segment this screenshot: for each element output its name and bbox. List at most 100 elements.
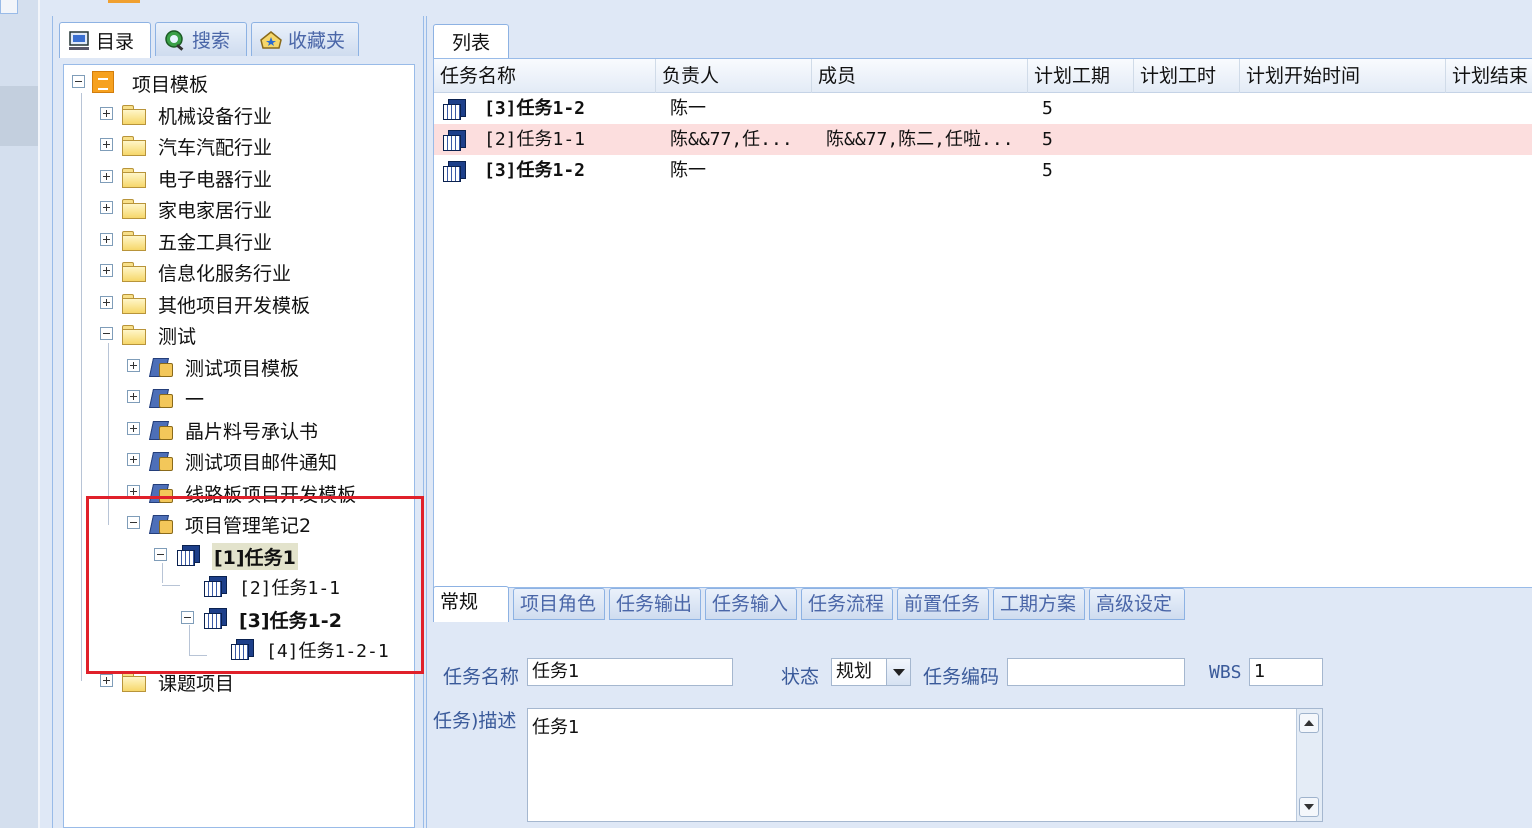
task-icon bbox=[176, 544, 200, 566]
expand-icon[interactable] bbox=[100, 296, 113, 309]
collapse-icon[interactable] bbox=[181, 611, 194, 624]
scroll-down-icon[interactable] bbox=[1299, 797, 1319, 817]
task-code-input[interactable] bbox=[1007, 658, 1185, 686]
tab-duration-plan[interactable]: 工期方案 bbox=[993, 588, 1085, 620]
project-icon bbox=[149, 512, 173, 534]
tree-node-folder-expanded[interactable]: 测试 bbox=[100, 319, 400, 349]
expand-icon[interactable] bbox=[100, 138, 113, 151]
tree-node-label: 测试 bbox=[158, 326, 197, 348]
tree-node-folder[interactable]: 其他项目开发模板 bbox=[100, 288, 400, 318]
task-name-input[interactable]: 任务1 bbox=[527, 658, 733, 686]
tree-node-folder[interactable]: 课题项目 bbox=[100, 666, 400, 696]
tree-node-task[interactable]: [4]任务1-2-1 bbox=[208, 634, 414, 664]
content-panel: 列表 任务名称 负责人 成员 计划工期 计划工时 计划开始时间 计划结束 [3]… bbox=[426, 16, 1532, 828]
tab-favorites[interactable]: 收藏夹 bbox=[251, 22, 359, 56]
chevron-down-icon[interactable] bbox=[886, 659, 910, 685]
column-header[interactable]: 计划工期 bbox=[1028, 59, 1134, 93]
tree-node-label: 电子电器行业 bbox=[158, 169, 273, 191]
tree-node-root[interactable]: 项目模板 bbox=[72, 67, 372, 97]
status-value: 规划 bbox=[836, 661, 872, 682]
cell-members bbox=[820, 93, 826, 124]
tab-task-input[interactable]: 任务输入 bbox=[705, 588, 797, 620]
favorites-icon bbox=[260, 29, 282, 51]
tree-node-task-selected[interactable]: [1]任务1 bbox=[154, 540, 404, 570]
expand-icon[interactable] bbox=[100, 201, 113, 214]
folder-icon bbox=[122, 262, 146, 282]
column-header[interactable]: 计划开始时间 bbox=[1240, 59, 1446, 93]
expand-icon[interactable] bbox=[127, 359, 140, 372]
navigation-panel: 目录 搜索 收藏夹 项目模板 机械设备行业 汽车汽配行业 电子电器行业 家电家居… bbox=[52, 16, 424, 828]
collapse-icon[interactable] bbox=[72, 75, 85, 88]
cell-task-name: [2]任务1-1 bbox=[484, 129, 586, 150]
tree-node-folder[interactable]: 汽车汽配行业 bbox=[100, 130, 400, 160]
tree-node-label: 课题项目 bbox=[158, 673, 235, 695]
tree-node-label: 一 bbox=[185, 389, 205, 411]
task-code-label: 任务编码 bbox=[923, 666, 1000, 688]
expand-icon[interactable] bbox=[127, 485, 140, 498]
tree-node-project[interactable]: 一 bbox=[127, 382, 407, 412]
column-header[interactable]: 计划结束 bbox=[1446, 59, 1532, 93]
tab-task-output[interactable]: 任务输出 bbox=[609, 588, 701, 620]
textarea-scrollbar[interactable] bbox=[1296, 709, 1322, 821]
folder-icon bbox=[122, 672, 146, 692]
cell-owner: 陈&&77,任... bbox=[670, 129, 793, 150]
tree-node-project[interactable]: 测试项目模板 bbox=[127, 351, 407, 381]
tree-node-project[interactable]: 晶片料号承认书 bbox=[127, 414, 407, 444]
table-row[interactable]: [3]任务1-2 陈一 5 bbox=[434, 155, 1532, 186]
tree-node-task[interactable]: [2]任务1-1 bbox=[181, 571, 411, 601]
column-header[interactable]: 任务名称 bbox=[434, 59, 656, 93]
table-row-selected[interactable]: [2]任务1-1 陈&&77,任... 陈&&77,陈二,任啦... 5 bbox=[434, 124, 1532, 155]
scroll-up-icon[interactable] bbox=[1299, 713, 1319, 733]
tab-project-roles[interactable]: 项目角色 bbox=[513, 588, 605, 620]
status-select[interactable]: 规划 bbox=[831, 658, 911, 686]
expand-icon[interactable] bbox=[127, 390, 140, 403]
tab-task-flow[interactable]: 任务流程 bbox=[801, 588, 893, 620]
expand-icon[interactable] bbox=[100, 233, 113, 246]
table-row[interactable]: [3]任务1-2 陈一 5 bbox=[434, 93, 1532, 124]
tree-node-folder[interactable]: 机械设备行业 bbox=[100, 99, 400, 129]
tab-general[interactable]: 常规 bbox=[433, 586, 509, 622]
collapse-icon[interactable] bbox=[127, 516, 140, 529]
folder-icon bbox=[122, 168, 146, 188]
tree-node-label: 测试项目模板 bbox=[185, 358, 300, 380]
column-header[interactable]: 负责人 bbox=[656, 59, 812, 93]
tree-node-folder[interactable]: 家电家居行业 bbox=[100, 193, 400, 223]
task-icon bbox=[442, 160, 466, 182]
tree-node-project-expanded[interactable]: 项目管理笔记2 bbox=[127, 508, 407, 538]
wbs-input[interactable]: 1 bbox=[1249, 658, 1323, 686]
column-header[interactable]: 计划工时 bbox=[1134, 59, 1240, 93]
task-detail-form: 任务名称 任务1 状态 规划 任务编码 WBS 1 任务)描述 任务1 bbox=[427, 622, 1532, 828]
tab-list[interactable]: 列表 bbox=[433, 24, 509, 58]
expand-icon[interactable] bbox=[127, 422, 140, 435]
cell-members bbox=[820, 155, 826, 186]
description-textarea[interactable]: 任务1 bbox=[527, 708, 1323, 822]
expand-icon[interactable] bbox=[127, 453, 140, 466]
task-icon bbox=[203, 607, 227, 629]
tab-advanced[interactable]: 高级设定 bbox=[1089, 588, 1185, 620]
column-header[interactable]: 成员 bbox=[812, 59, 1028, 93]
tree-node-folder[interactable]: 信息化服务行业 bbox=[100, 256, 400, 286]
status-label: 状态 bbox=[781, 666, 820, 688]
collapse-icon[interactable] bbox=[154, 548, 167, 561]
expand-icon[interactable] bbox=[100, 264, 113, 277]
tab-search-label: 搜索 bbox=[192, 30, 231, 52]
wbs-label: WBS bbox=[1209, 662, 1242, 683]
tree-node-label: 线路板项目开发模板 bbox=[185, 484, 357, 506]
computer-icon bbox=[68, 30, 90, 52]
expand-icon[interactable] bbox=[100, 107, 113, 120]
expand-icon[interactable] bbox=[100, 674, 113, 687]
collapse-icon[interactable] bbox=[100, 327, 113, 340]
tab-predecessor[interactable]: 前置任务 bbox=[897, 588, 989, 620]
tree-node-project[interactable]: 测试项目邮件通知 bbox=[127, 445, 407, 475]
project-icon bbox=[149, 355, 173, 377]
tab-list-label: 列表 bbox=[451, 32, 490, 54]
strip-tab[interactable] bbox=[0, 0, 18, 14]
tab-directory[interactable]: 目录 bbox=[59, 22, 151, 58]
tree-node-project[interactable]: 线路板项目开发模板 bbox=[127, 477, 407, 507]
description-text: 任务1 bbox=[532, 717, 580, 738]
tree-node-folder[interactable]: 电子电器行业 bbox=[100, 162, 400, 192]
tree-node-folder[interactable]: 五金工具行业 bbox=[100, 225, 400, 255]
expand-icon[interactable] bbox=[100, 170, 113, 183]
tree-node-task-expanded[interactable]: [3]任务1-2 bbox=[181, 603, 411, 633]
tab-search[interactable]: 搜索 bbox=[155, 22, 247, 56]
